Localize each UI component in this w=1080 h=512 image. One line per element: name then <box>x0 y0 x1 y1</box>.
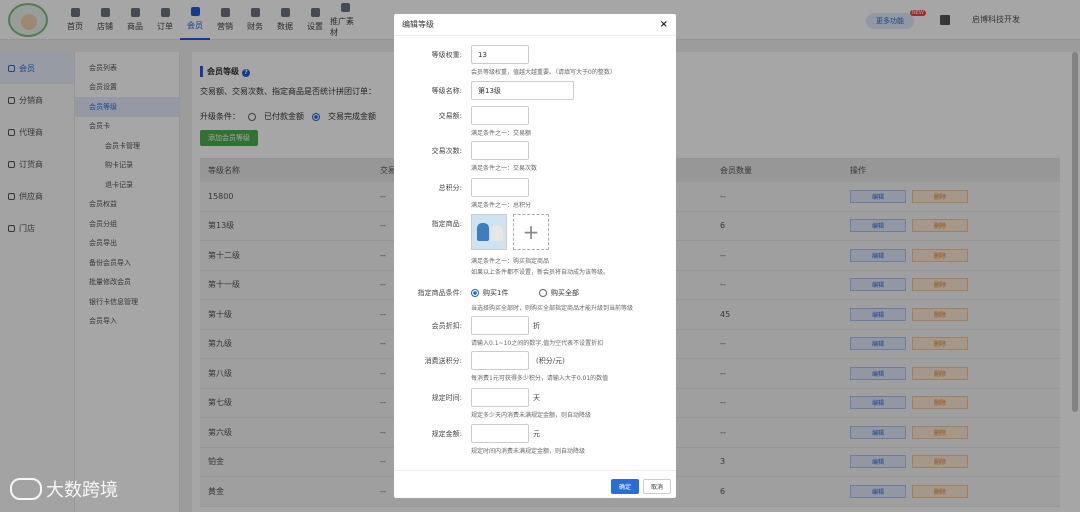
name-label: 等级名称: <box>431 87 462 95</box>
points-input[interactable] <box>471 178 529 197</box>
cancel-button[interactable]: 取消 <box>643 479 671 494</box>
buy-all-radio[interactable] <box>539 289 547 297</box>
points-label: 总积分: <box>438 184 462 192</box>
edit-level-modal: 编辑等级 × 等级权重: 13 会员等级权重，值越大越重要。（请填写大于0的整数… <box>394 14 676 498</box>
trade-count-hint: 满足条件之一：交易次数 <box>471 165 538 172</box>
confirm-button[interactable]: 确定 <box>611 479 639 494</box>
buy-all-option[interactable]: 购买全部 <box>539 288 579 298</box>
watermark-text: 大数跨境 <box>46 480 118 501</box>
discount-unit: 折 <box>533 322 540 330</box>
weight-hint: 会员等级权重，值越大越重要。（请填写大于0的整数） <box>471 69 616 76</box>
name-input[interactable]: 第13级 <box>471 81 574 100</box>
spend-points-label: 消费送积分: <box>424 357 462 365</box>
close-icon[interactable]: × <box>660 19 668 30</box>
buy-one-label: 购买1件 <box>483 289 509 297</box>
discount-label: 会员折扣: <box>431 322 462 330</box>
modal-footer: 确定 取消 <box>394 470 676 498</box>
modal-header: 编辑等级 × <box>394 14 676 36</box>
trade-amount-input[interactable] <box>471 106 529 125</box>
amount-hint: 规定时间内消费未满规定金额，则自动降级 <box>471 448 586 455</box>
goods-hint-2: 如果以上条件都不设置，新会员将自动成为该等级。 <box>471 269 610 276</box>
trade-count-label: 交易次数: <box>431 147 462 155</box>
goods-hint-1: 满足条件之一：购买指定商品 <box>471 258 550 265</box>
spend-points-input[interactable] <box>471 351 529 370</box>
period-unit: 天 <box>533 394 540 402</box>
period-hint: 规定多少天内消费未满规定金额，则自动降级 <box>471 412 592 419</box>
watermark-logo-icon <box>10 478 42 500</box>
spend-points-unit: (积分/元) <box>536 357 565 365</box>
amount-unit: 元 <box>533 430 540 438</box>
amount-label: 规定金额: <box>431 430 462 438</box>
buy-one-radio[interactable] <box>471 289 479 297</box>
period-input[interactable] <box>471 388 529 407</box>
watermark: 大数跨境 <box>10 476 118 502</box>
discount-input[interactable] <box>471 316 529 335</box>
weight-label: 等级权重: <box>431 51 462 59</box>
buy-one-option[interactable]: 购买1件 <box>471 288 508 298</box>
trade-amount-label: 交易额: <box>438 112 462 120</box>
goods-condition-label: 指定商品条件: <box>417 289 462 297</box>
trade-count-input[interactable] <box>471 141 529 160</box>
modal-title: 编辑等级 <box>402 20 434 29</box>
weight-input[interactable]: 13 <box>471 45 529 64</box>
discount-hint: 请输入0.1~10之间的数字,值为空代表不设置折扣 <box>471 340 604 347</box>
goods-condition-hint: 当选择购买全部时，则购买全部指定商品才能升级到当前等级 <box>471 305 634 312</box>
product-thumbnail[interactable] <box>471 214 507 250</box>
buy-all-label: 购买全部 <box>551 289 579 297</box>
trade-amount-hint: 满足条件之一：交易额 <box>471 130 532 137</box>
add-product-icon[interactable]: + <box>513 214 549 250</box>
points-hint: 满足条件之一：总积分 <box>471 202 532 209</box>
goods-label: 指定商品: <box>431 220 462 228</box>
period-label: 规定时间: <box>431 394 462 402</box>
spend-points-hint: 每消费1元可获得多少积分，请输入大于0.01的数值 <box>471 375 609 382</box>
amount-input[interactable] <box>471 424 529 443</box>
